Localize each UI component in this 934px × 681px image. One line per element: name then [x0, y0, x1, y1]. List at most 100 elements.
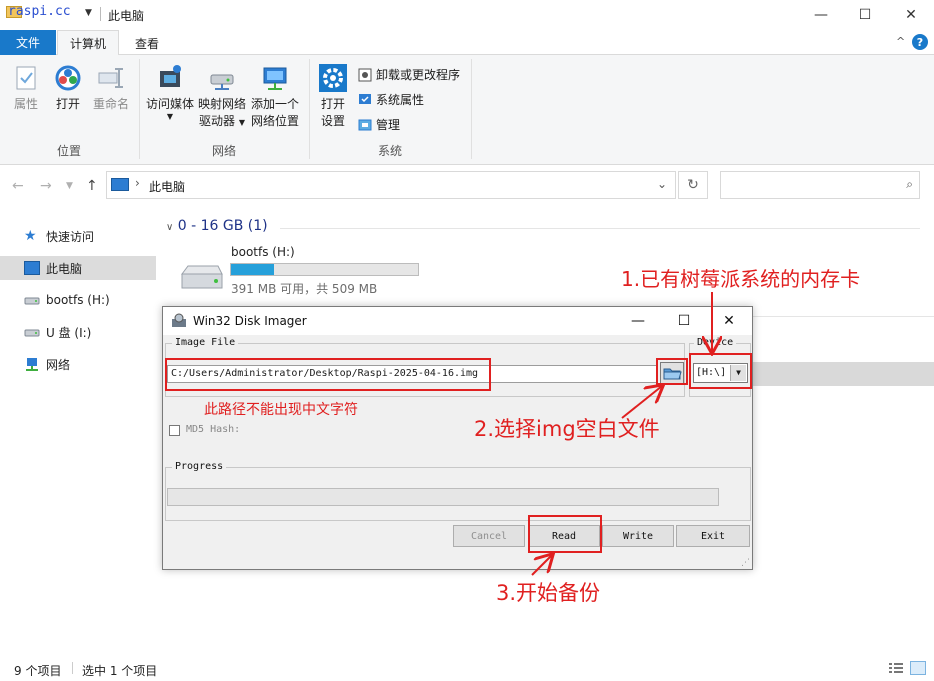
progress-label: Progress	[172, 461, 227, 472]
details-view-icon[interactable]	[888, 661, 904, 675]
progress-bar	[167, 488, 719, 506]
ribbon: 属性 打开 重命名 位置 访问媒体 ▼ 映射网络 驱动器 ▼ 添加一个 网络位置…	[0, 55, 934, 165]
close-button[interactable]: ✕	[888, 0, 934, 30]
search-input[interactable]: ⌕	[720, 171, 920, 199]
open-settings-label-2: 设置	[320, 114, 345, 128]
system-properties-button[interactable]: 系统属性	[358, 91, 424, 108]
ribbon-group-network: 访问媒体 ▼ 映射网络 驱动器 ▼ 添加一个 网络位置 网络	[140, 55, 308, 163]
drive-name[interactable]: bootfs (H:)	[231, 245, 295, 259]
dialog-minimize-button[interactable]: —	[615, 307, 661, 335]
tab-view[interactable]: 查看	[124, 30, 170, 56]
chevron-down-icon: ▼	[238, 118, 245, 127]
minimize-button[interactable]: —	[798, 0, 844, 30]
title-separator	[100, 7, 101, 21]
nav-item-quick-access[interactable]: ★ 快速访问	[0, 224, 156, 248]
search-icon: ⌕	[906, 177, 913, 191]
disk-imager-icon	[171, 313, 187, 329]
device-label: Device	[694, 337, 737, 348]
map-drive-label-2: 驱动器 ▼	[199, 114, 245, 128]
access-media-button[interactable]: 访问媒体 ▼	[144, 63, 196, 121]
large-icons-view-icon[interactable]	[910, 661, 926, 675]
annotation-box-read	[528, 515, 602, 553]
drive-large-icon[interactable]	[178, 262, 224, 294]
uninstall-button[interactable]: 卸载或更改程序	[358, 66, 460, 83]
open-settings-label-1: 打开	[320, 97, 345, 111]
tab-file[interactable]: 文件	[0, 30, 56, 55]
annotation-step-3: 3.开始备份	[496, 581, 601, 605]
nav-item-label: 网络	[46, 357, 71, 372]
open-button[interactable]: 打开	[50, 63, 86, 113]
ribbon-group-system: 打开 设置 卸载或更改程序 系统属性 管理 系统	[310, 55, 470, 163]
nav-item-this-pc[interactable]: 此电脑	[0, 256, 156, 280]
recent-locations-icon[interactable]: ▼	[66, 181, 73, 191]
resize-grip-icon[interactable]: ⋰	[741, 558, 750, 568]
nav-item-label: bootfs (H:)	[46, 293, 110, 307]
group-divider	[280, 228, 920, 229]
nav-item-bootfs[interactable]: bootfs (H:)	[0, 288, 156, 312]
group-header[interactable]: ∨ 0 - 16 GB (1)	[166, 218, 268, 234]
write-button[interactable]: Write	[602, 525, 674, 547]
item-count: 9 个项目	[14, 664, 62, 678]
annotation-step-1: 1.已有树莓派系统的内存卡	[621, 267, 861, 291]
breadcrumb[interactable]: 此电脑	[149, 178, 185, 195]
properties-button[interactable]: 属性	[8, 63, 44, 113]
ribbon-group-location: 属性 打开 重命名 位置	[0, 55, 138, 163]
quick-access-dropdown-icon[interactable]: ▼	[85, 8, 92, 18]
up-arrow-icon[interactable]: ↑	[86, 178, 98, 194]
dialog-maximize-button[interactable]: ☐	[661, 307, 707, 335]
dialog-title: Win32 Disk Imager	[193, 314, 307, 328]
selected-count: 选中 1 个项目	[82, 664, 158, 678]
open-label: 打开	[55, 97, 80, 111]
nav-item-network[interactable]: 网络	[0, 352, 156, 376]
network-group-label: 网络	[211, 144, 236, 158]
refresh-button[interactable]: ↻	[678, 171, 708, 199]
rename-button[interactable]: 重命名	[90, 63, 132, 113]
add-location-label-2: 网络位置	[250, 114, 299, 128]
uninstall-label: 卸载或更改程序	[376, 68, 461, 82]
status-bar: 9 个项目 选中 1 个项目	[0, 656, 934, 681]
help-icon[interactable]: ?	[912, 34, 928, 50]
image-file-label: Image File	[172, 337, 239, 348]
drive-usage-fill	[231, 264, 274, 275]
ribbon-tabs: 文件 计算机 查看 ^ ?	[0, 30, 934, 56]
back-arrow-icon[interactable]: ←	[12, 178, 24, 194]
nav-item-label: 快速访问	[46, 229, 95, 244]
title-bar: raspi.cc ▼ 此电脑 — ☐ ✕	[0, 0, 934, 30]
open-settings-button[interactable]: 打开 设置	[314, 63, 352, 130]
network-drive-icon	[207, 63, 237, 93]
annotation-box-device	[689, 353, 752, 389]
chevron-down-icon: ∨	[166, 222, 174, 233]
nav-item-usb-drive[interactable]: U 盘 (I:)	[0, 320, 156, 344]
annotation-box-browse	[656, 358, 688, 385]
map-network-drive-button[interactable]: 映射网络 驱动器 ▼	[196, 63, 248, 131]
dialog-title-bar: Win32 Disk Imager — ☐ ✕	[163, 307, 752, 335]
exit-button[interactable]: Exit	[676, 525, 750, 547]
properties-icon	[11, 63, 41, 93]
manage-icon	[358, 118, 372, 132]
network-icon	[24, 357, 40, 371]
annotation-step-2: 2.选择img空白文件	[474, 417, 660, 441]
forward-arrow-icon[interactable]: →	[40, 178, 52, 194]
maximize-button[interactable]: ☐	[842, 0, 888, 30]
rename-icon	[96, 63, 126, 93]
row-divider	[752, 316, 934, 317]
properties-label: 属性	[13, 97, 38, 111]
rename-label: 重命名	[92, 97, 129, 111]
cancel-button[interactable]: Cancel	[453, 525, 525, 547]
md5-checkbox[interactable]	[169, 425, 180, 436]
address-bar[interactable]: › 此电脑 ⌄	[106, 171, 676, 199]
navigation-pane: ★ 快速访问 此电脑 bootfs (H:) U 盘 (I:) 网络	[0, 210, 158, 650]
md5-label: MD5 Hash:	[186, 424, 241, 435]
dialog-close-button[interactable]: ✕	[706, 307, 752, 335]
manage-button[interactable]: 管理	[358, 116, 400, 133]
group-separator	[471, 59, 472, 159]
annotation-path-note: 此路径不能出现中文字符	[204, 402, 358, 418]
add-network-location-button[interactable]: 添加一个 网络位置	[248, 63, 302, 130]
map-drive-label-1: 映射网络	[197, 97, 246, 111]
system-group-label: 系统	[377, 144, 402, 158]
collapse-ribbon-icon[interactable]: ^	[896, 35, 905, 48]
tab-computer[interactable]: 计算机	[57, 30, 119, 56]
selected-item-highlight[interactable]	[752, 362, 934, 386]
location-group-label: 位置	[56, 144, 81, 158]
chevron-down-icon[interactable]: ⌄	[657, 177, 667, 191]
